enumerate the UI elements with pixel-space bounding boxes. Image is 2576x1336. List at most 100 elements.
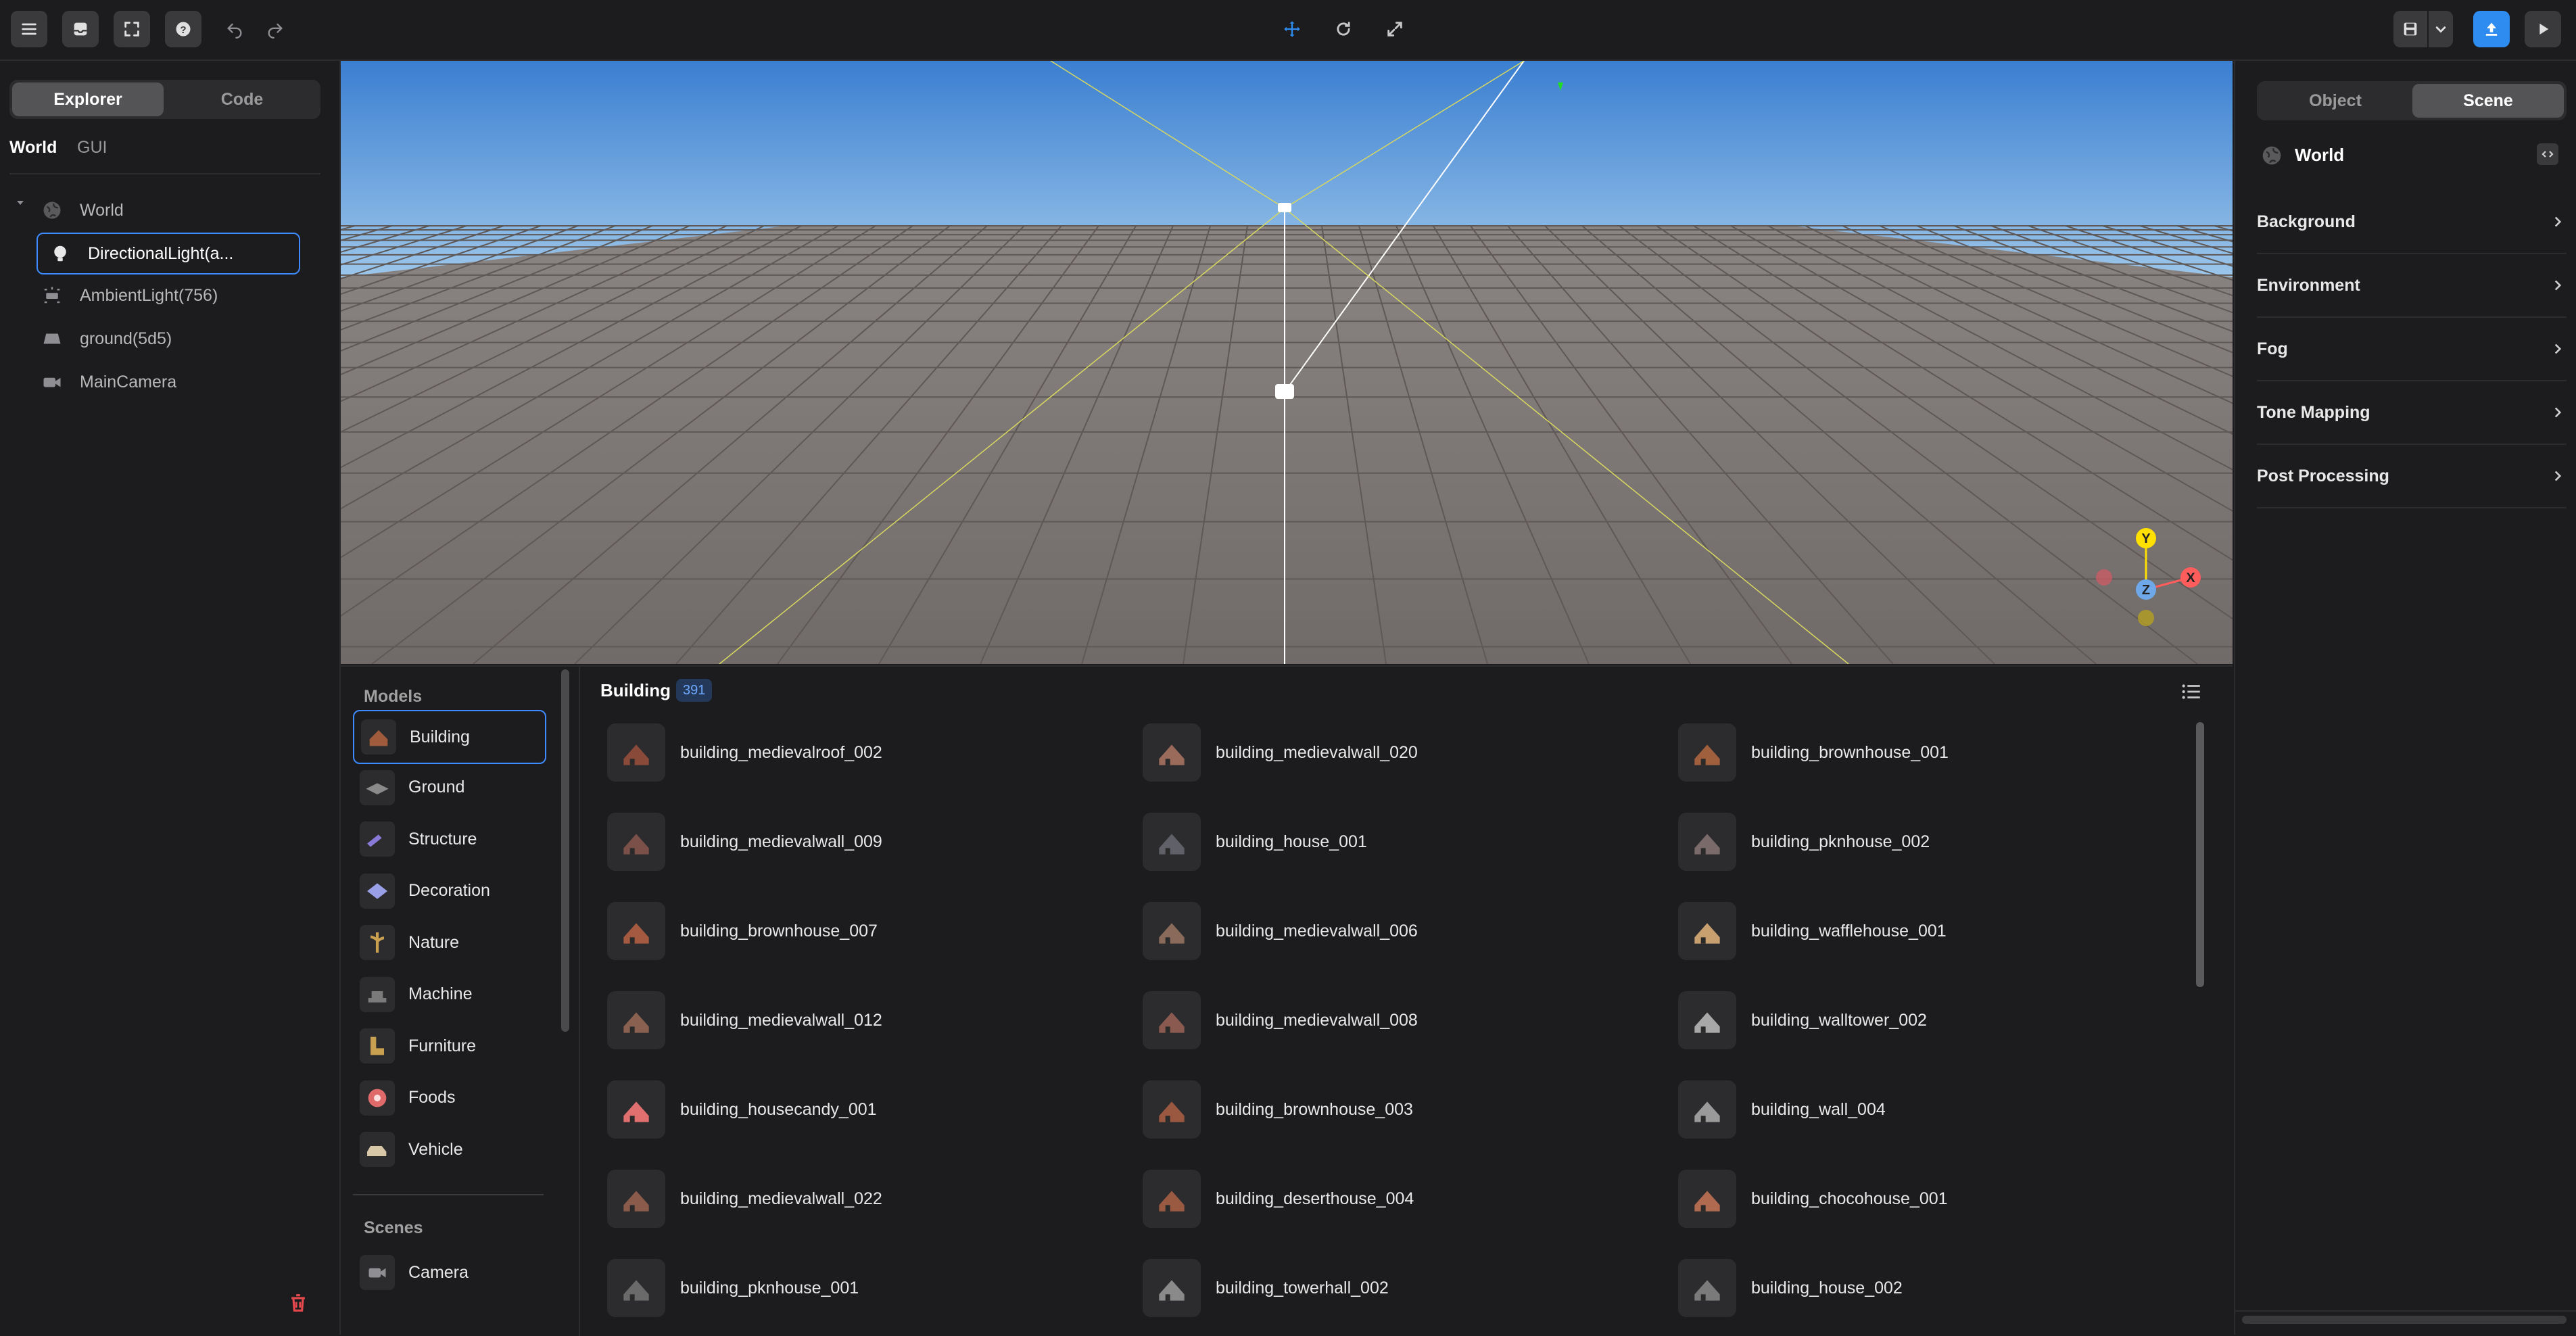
asset-item[interactable]: building_medievalwall_020 — [1143, 722, 1656, 783]
tree-item-ground[interactable]: ground(5d5) — [41, 319, 302, 358]
inbox-button[interactable] — [62, 11, 99, 47]
category-nature[interactable]: Nature — [353, 917, 544, 968]
category-scrollbar[interactable] — [561, 669, 569, 1032]
category-structure[interactable]: Structure — [353, 813, 544, 865]
save-options-button[interactable] — [2429, 11, 2453, 47]
section-tone-mapping[interactable]: Tone Mapping — [2257, 381, 2567, 445]
category-vehicle[interactable]: Vehicle — [353, 1124, 544, 1175]
publish-button[interactable] — [2473, 11, 2510, 47]
asset-item[interactable]: building_medievalroof_002 — [607, 722, 1121, 783]
asset-item[interactable]: building_medievalwall_008 — [1143, 990, 1656, 1051]
tree-item-ambient-light[interactable]: AmbientLight(756) — [41, 276, 302, 315]
world-icon — [2261, 145, 2283, 166]
redo-button[interactable] — [257, 11, 293, 47]
asset-item[interactable]: building_medievalwall_006 — [1143, 901, 1656, 961]
light-helper-icon[interactable] — [1275, 384, 1294, 399]
asset-item[interactable]: building_medievalwall_022 — [607, 1168, 1121, 1229]
scenes-header: Scenes — [364, 1218, 423, 1237]
asset-item[interactable]: building_brownhouse_007 — [607, 901, 1121, 961]
move-icon — [1284, 21, 1300, 37]
asset-thumbnail-icon — [1678, 1170, 1736, 1228]
tab-scene[interactable]: Scene — [2412, 84, 2564, 118]
list-view-button[interactable] — [2180, 680, 2203, 703]
fullscreen-button[interactable] — [114, 11, 150, 47]
camera-icon — [360, 1255, 395, 1290]
section-fog[interactable]: Fog — [2257, 318, 2567, 381]
inbox-icon — [74, 22, 87, 36]
ground-category-icon — [360, 769, 395, 805]
asset-browser: Models Building Ground Structure Decoration… — [341, 665, 2233, 1336]
svg-text:?: ? — [180, 24, 186, 36]
asset-item[interactable]: building_walltower_002 — [1678, 990, 2192, 1051]
asset-item[interactable]: building_pknhouse_002 — [1678, 811, 2192, 872]
redo-icon — [268, 23, 283, 39]
save-button[interactable] — [2393, 11, 2427, 47]
menu-button[interactable] — [11, 11, 47, 47]
asset-item[interactable]: building_medievalwall_012 — [607, 990, 1121, 1051]
asset-thumbnail-icon — [1143, 813, 1201, 871]
asset-name: building_brownhouse_001 — [1751, 742, 1949, 762]
category-furniture[interactable]: Furniture — [353, 1020, 544, 1072]
asset-name: building_house_001 — [1216, 832, 1367, 851]
subtab-gui[interactable]: GUI — [77, 138, 107, 158]
section-environment[interactable]: Environment — [2257, 254, 2567, 318]
scale-tool-button[interactable] — [1377, 11, 1413, 47]
play-button[interactable] — [2525, 11, 2561, 47]
asset-item[interactable]: building_wall_004 — [1678, 1079, 2192, 1140]
rotate-icon — [1337, 22, 1350, 36]
ground-icon — [41, 327, 64, 350]
asset-name: building_pknhouse_002 — [1751, 832, 1930, 851]
asset-item[interactable]: building_house_002 — [1678, 1258, 2192, 1318]
asset-item[interactable]: building_medievalwall_009 — [607, 811, 1121, 872]
tree-item-world[interactable]: World — [41, 191, 302, 230]
asset-thumbnail-icon — [1678, 723, 1736, 782]
menu-icon — [22, 23, 37, 35]
subtab-world[interactable]: World — [9, 138, 57, 158]
svg-text:X: X — [2186, 571, 2195, 586]
asset-thumbnail-icon — [607, 723, 665, 782]
asset-item[interactable]: building_brownhouse_001 — [1678, 722, 2192, 783]
category-building[interactable]: Building — [353, 710, 546, 764]
asset-name: building_housecandy_001 — [680, 1099, 877, 1119]
move-tool-button[interactable] — [1274, 11, 1310, 47]
rotate-tool-button[interactable] — [1325, 11, 1362, 47]
undo-button[interactable] — [216, 11, 253, 47]
tab-object[interactable]: Object — [2260, 84, 2411, 118]
category-decoration[interactable]: Decoration — [353, 865, 544, 917]
tab-explorer[interactable]: Explorer — [12, 82, 164, 116]
tree-item-directional-light[interactable]: DirectionalLight(a... — [37, 233, 300, 275]
asset-thumbnail-icon — [1678, 1080, 1736, 1139]
trash-button[interactable] — [287, 1291, 310, 1314]
properties-scrollbar[interactable] — [2242, 1316, 2567, 1324]
tree-item-main-camera[interactable]: MainCamera — [41, 362, 302, 402]
asset-item[interactable]: building_deserthouse_004 — [1143, 1168, 1656, 1229]
scene-camera[interactable]: Camera — [353, 1247, 544, 1298]
asset-item[interactable]: building_housecandy_001 — [607, 1079, 1121, 1140]
asset-name: building_medievalwall_022 — [680, 1189, 882, 1208]
world-code-button[interactable] — [2537, 143, 2558, 165]
category-foods[interactable]: Foods — [353, 1072, 544, 1124]
scene-viewport[interactable]: Y X Z — [341, 61, 2233, 664]
gizmo-neg-y-icon[interactable] — [2138, 610, 2154, 626]
category-ground[interactable]: Ground — [353, 762, 544, 813]
scale-icon — [1387, 22, 1402, 37]
category-machine[interactable]: Machine — [353, 969, 544, 1020]
asset-thumbnail-icon — [1143, 723, 1201, 782]
asset-item[interactable]: building_pknhouse_001 — [607, 1258, 1121, 1318]
asset-item[interactable]: building_brownhouse_003 — [1143, 1079, 1656, 1140]
gizmo-neg-x-icon[interactable] — [2096, 569, 2112, 586]
asset-name: building_medievalwall_006 — [1216, 921, 1418, 940]
camera-helper-icon[interactable] — [1278, 203, 1291, 212]
asset-scrollbar[interactable] — [2196, 722, 2204, 987]
asset-item[interactable]: building_wafflehouse_001 — [1678, 901, 2192, 961]
section-post-processing[interactable]: Post Processing — [2257, 445, 2567, 508]
asset-item[interactable]: building_chocohouse_001 — [1678, 1168, 2192, 1229]
asset-item[interactable]: building_towerhall_002 — [1143, 1258, 1656, 1318]
tab-code[interactable]: Code — [166, 82, 318, 116]
section-background[interactable]: Background — [2257, 191, 2567, 254]
asset-thumbnail-icon — [1143, 1259, 1201, 1317]
expand-caret-icon[interactable] — [14, 196, 27, 210]
asset-item[interactable]: building_house_001 — [1143, 811, 1656, 872]
help-button[interactable]: ? — [165, 11, 201, 47]
undo-icon — [227, 23, 242, 39]
